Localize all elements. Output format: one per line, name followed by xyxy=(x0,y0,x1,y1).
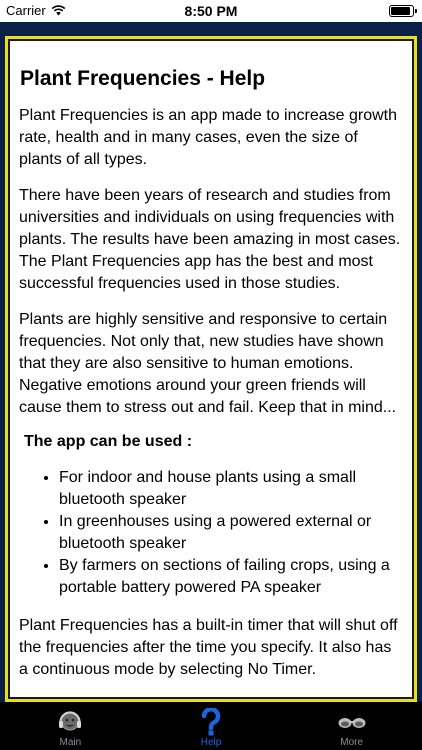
uses-heading: The app can be used : xyxy=(24,433,193,450)
research-paragraph: There have been years of research and st… xyxy=(19,187,401,292)
tab-main[interactable]: Main xyxy=(0,702,141,750)
uses-list: For indoor and house plants using a smal… xyxy=(19,467,403,599)
tab-bar: Main Help More xyxy=(0,702,422,750)
status-bar: Carrier 8:50 PM xyxy=(0,0,422,22)
timer-paragraph: Plant Frequencies has a built-in timer t… xyxy=(19,617,398,678)
tab-help-label: Help xyxy=(200,737,222,748)
sensitivity-paragraph: Plants are highly sensitive and responsi… xyxy=(19,311,397,416)
page-title: Plant Frequencies - Help xyxy=(20,67,266,90)
tab-more[interactable]: More xyxy=(281,702,422,750)
tab-main-label: Main xyxy=(59,737,82,748)
intro-paragraph: Plant Frequencies is an app made to incr… xyxy=(19,107,397,168)
help-content[interactable]: Plant Frequencies - Help Plant Frequenci… xyxy=(10,41,412,697)
list-item: In greenhouses using a powered external … xyxy=(59,511,403,555)
status-time: 8:50 PM xyxy=(184,3,238,19)
battery-icon xyxy=(389,5,417,17)
list-item: For indoor and house plants using a smal… xyxy=(59,467,403,511)
help-frame: Plant Frequencies - Help Plant Frequenci… xyxy=(5,36,417,702)
list-item: By farmers on sections of failing crops,… xyxy=(59,555,403,599)
more-icon xyxy=(337,707,367,737)
tab-help[interactable]: Help xyxy=(141,702,282,750)
headphones-icon xyxy=(57,707,83,737)
question-mark-icon xyxy=(200,707,222,737)
tab-more-label: More xyxy=(340,737,364,748)
